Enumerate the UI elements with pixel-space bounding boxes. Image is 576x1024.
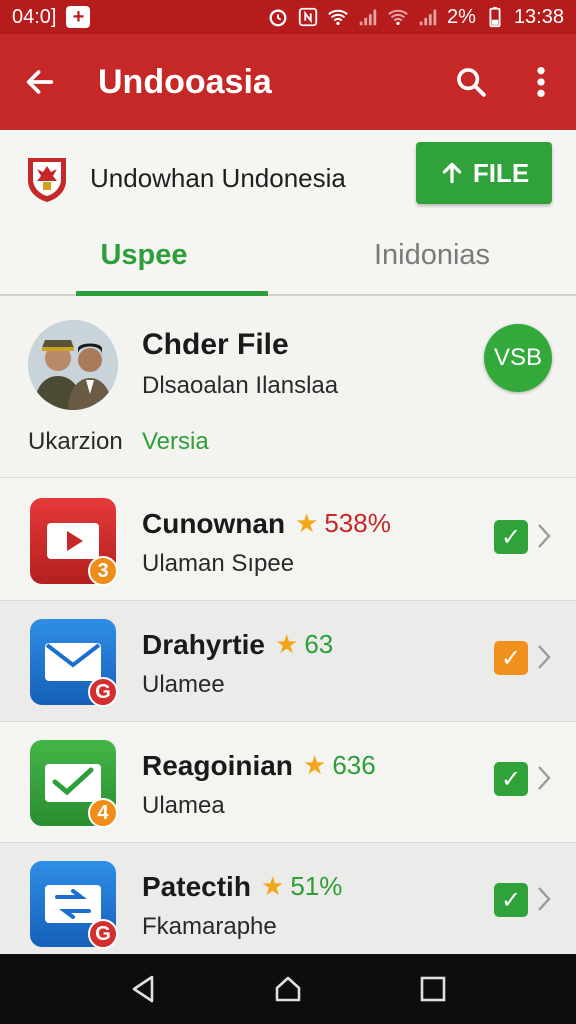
icon-badge: G bbox=[88, 919, 118, 949]
app-rating: ★ 63 bbox=[275, 629, 333, 660]
square-recents-icon bbox=[421, 976, 446, 1002]
upload-file-button[interactable]: FILE bbox=[416, 142, 552, 204]
profile-name: Undowhan Undonesia bbox=[90, 162, 346, 193]
chevron-right-icon[interactable] bbox=[534, 518, 554, 554]
search-button[interactable] bbox=[436, 34, 506, 130]
arrow-up-icon bbox=[442, 162, 462, 184]
profile-header: Undowhan Undonesia FILE bbox=[0, 130, 576, 226]
icon-badge: G bbox=[88, 677, 118, 707]
rating-value: 63 bbox=[304, 629, 334, 659]
checkbox[interactable]: ✓ bbox=[494, 762, 528, 796]
arrow-left-icon bbox=[26, 70, 54, 94]
triangle-back-icon bbox=[132, 975, 153, 1003]
mail-icon: G bbox=[30, 619, 118, 707]
checkbox[interactable]: ✓ bbox=[494, 883, 528, 917]
app-title: Reagoinian bbox=[142, 750, 293, 781]
list-item[interactable]: 4 Reagoinian ★ 636 Ulamea ✓ bbox=[0, 722, 576, 843]
alarm-icon bbox=[267, 6, 289, 28]
app-bar: Undooasia bbox=[0, 34, 576, 130]
app-title: Drahyrtie bbox=[142, 629, 265, 660]
status-bar: 04:0] + 2% 13:38 bbox=[0, 0, 576, 34]
app-subtitle: Ulaman Sıpee bbox=[142, 550, 295, 577]
icon-badge: 4 bbox=[88, 798, 118, 828]
status-time-right: 13:38 bbox=[513, 5, 564, 28]
featured-version-link[interactable]: Versia bbox=[142, 428, 209, 456]
chevron-right-icon[interactable] bbox=[534, 639, 554, 675]
nav-recents-button[interactable] bbox=[403, 959, 463, 1019]
status-time-left: 04:0] bbox=[12, 5, 57, 28]
vsb-badge-button[interactable]: VSB bbox=[484, 324, 552, 392]
app-rating: ★ 636 bbox=[303, 750, 376, 781]
app-subtitle: Ulamea bbox=[142, 792, 225, 819]
home-icon bbox=[275, 976, 301, 1002]
more-vertical-icon bbox=[537, 66, 545, 98]
featured-title: Chder File bbox=[142, 328, 289, 361]
tab-uspee[interactable]: Uspee bbox=[0, 216, 288, 296]
rating-value: 538% bbox=[324, 508, 391, 538]
star-icon: ★ bbox=[275, 629, 299, 659]
chevron-right-icon[interactable] bbox=[534, 881, 554, 917]
featured-location: Ukarzion bbox=[28, 428, 123, 455]
plus-notification-icon: + bbox=[66, 6, 91, 28]
star-icon: ★ bbox=[303, 750, 327, 780]
app-rating: ★ 51% bbox=[261, 871, 342, 902]
nav-back-button[interactable] bbox=[113, 959, 173, 1019]
upload-file-label: FILE bbox=[472, 157, 530, 188]
app-title: Patectih bbox=[142, 871, 251, 902]
search-icon bbox=[457, 68, 486, 97]
garuda-emblem-icon bbox=[24, 152, 70, 204]
tab-bar: Uspee Inidonias bbox=[0, 216, 576, 296]
list-item[interactable]: 3 Cunownan ★ 538% Ulaman Sıpee ✓ bbox=[0, 480, 576, 601]
signal-icon bbox=[357, 6, 379, 28]
list-item[interactable]: G Patectih ★ 51% Fkamaraphe ✓ bbox=[0, 843, 576, 964]
featured-subtitle: Dlsaoalan Ilanslaa bbox=[142, 372, 339, 399]
app-title: Cunownan bbox=[142, 508, 286, 539]
wifi-icon bbox=[327, 6, 349, 28]
rating-value: 636 bbox=[332, 750, 376, 780]
nav-home-button[interactable] bbox=[258, 959, 318, 1019]
back-button[interactable] bbox=[0, 34, 80, 130]
mail-edit-icon: G bbox=[30, 861, 118, 949]
star-icon: ★ bbox=[295, 508, 319, 538]
checkbox[interactable]: ✓ bbox=[494, 520, 528, 554]
avatar bbox=[28, 320, 118, 410]
app-subtitle: Fkamaraphe bbox=[142, 913, 277, 940]
battery-percent: 2% bbox=[447, 5, 476, 28]
icon-badge: 3 bbox=[88, 556, 118, 586]
list-item[interactable]: G Drahyrtie ★ 63 Ulamee ✓ bbox=[0, 601, 576, 722]
featured-item[interactable]: Chder File Dlsaoalan Ilanslaa Ukarzion V… bbox=[0, 298, 576, 478]
overflow-menu-button[interactable] bbox=[506, 34, 576, 130]
nfc-icon bbox=[297, 6, 319, 28]
app-subtitle: Ulamee bbox=[142, 671, 225, 698]
rating-value: 51% bbox=[290, 871, 343, 901]
video-play-icon: 3 bbox=[30, 498, 118, 586]
app-list: 3 Cunownan ★ 538% Ulaman Sıpee ✓ G Drahy… bbox=[0, 480, 576, 964]
chevron-right-icon[interactable] bbox=[534, 760, 554, 796]
system-nav-bar bbox=[0, 954, 576, 1024]
star-icon: ★ bbox=[261, 871, 285, 901]
battery-icon bbox=[484, 6, 506, 28]
signal-icon-secondary bbox=[417, 6, 439, 28]
mail-check-icon: 4 bbox=[30, 740, 118, 828]
tab-inidonias[interactable]: Inidonias bbox=[288, 216, 576, 294]
app-title: Undooasia bbox=[98, 62, 272, 101]
wifi-icon-secondary bbox=[387, 6, 409, 28]
checkbox[interactable]: ✓ bbox=[494, 641, 528, 675]
app-rating: ★ 538% bbox=[295, 508, 391, 539]
